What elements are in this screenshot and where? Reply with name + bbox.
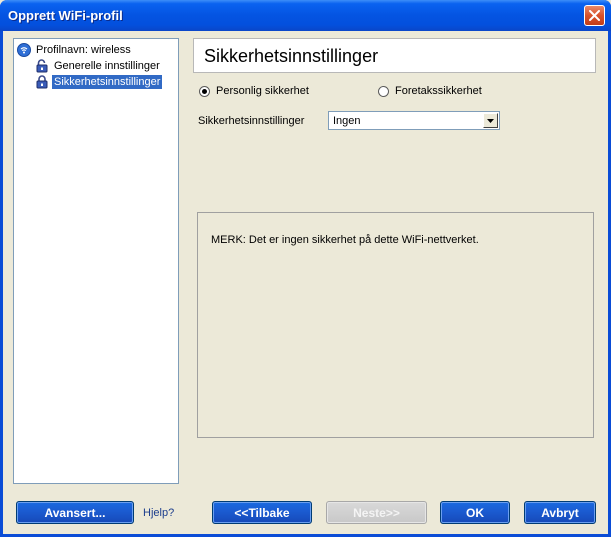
page-title: Sikkerhetsinnstillinger — [204, 46, 379, 66]
radio-label: Foretakssikkerhet — [395, 85, 482, 97]
radio-personal-security[interactable]: Personlig sikkerhet — [199, 85, 309, 97]
security-note-text: MERK: Det er ingen sikkerhet på dette Wi… — [211, 234, 479, 246]
lock-open-icon — [35, 59, 49, 73]
back-button[interactable]: <<Tilbake — [212, 501, 312, 524]
close-icon — [589, 10, 600, 21]
lock-closed-icon — [35, 75, 49, 89]
radio-indicator[interactable] — [199, 85, 210, 97]
radio-enterprise-security[interactable]: Foretakssikkerhet — [378, 85, 482, 97]
title-bar[interactable]: Opprett WiFi-profil — [0, 0, 611, 31]
security-settings-label: Sikkerhetsinnstillinger — [198, 115, 305, 127]
cancel-button[interactable]: Avbryt — [524, 501, 596, 524]
advanced-button[interactable]: Avansert... — [16, 501, 134, 524]
radio-indicator[interactable] — [378, 85, 389, 97]
close-button[interactable] — [584, 5, 605, 26]
radio-label: Personlig sikkerhet — [216, 85, 309, 97]
section-header: Sikkerhetsinnstillinger — [193, 38, 596, 73]
security-note-box: MERK: Det er ingen sikkerhet på dette Wi… — [197, 212, 594, 438]
wifi-profile-icon — [17, 43, 31, 57]
tree-item-security[interactable]: Sikkerhetsinnstillinger — [35, 75, 163, 89]
settings-tree[interactable]: Profilnavn: wireless Generelle innstilli… — [13, 38, 179, 484]
help-link[interactable]: Hjelp? — [143, 507, 174, 519]
chevron-down-icon — [487, 118, 494, 123]
ok-button[interactable]: OK — [440, 501, 510, 524]
window-title: Opprett WiFi-profil — [8, 8, 123, 23]
tree-item-profile[interactable]: Profilnavn: wireless — [17, 43, 133, 57]
tree-item-label: Generelle innstillinger — [54, 60, 160, 72]
security-settings-dropdown[interactable]: Ingen — [328, 111, 500, 130]
tree-item-label: Sikkerhetsinnstillinger — [52, 75, 163, 89]
dropdown-value: Ingen — [333, 115, 361, 127]
next-button[interactable]: Neste>> — [326, 501, 427, 524]
tree-item-general[interactable]: Generelle innstillinger — [35, 59, 162, 73]
dropdown-arrow-button[interactable] — [483, 113, 498, 128]
tree-item-label: Profilnavn: wireless — [36, 44, 131, 56]
